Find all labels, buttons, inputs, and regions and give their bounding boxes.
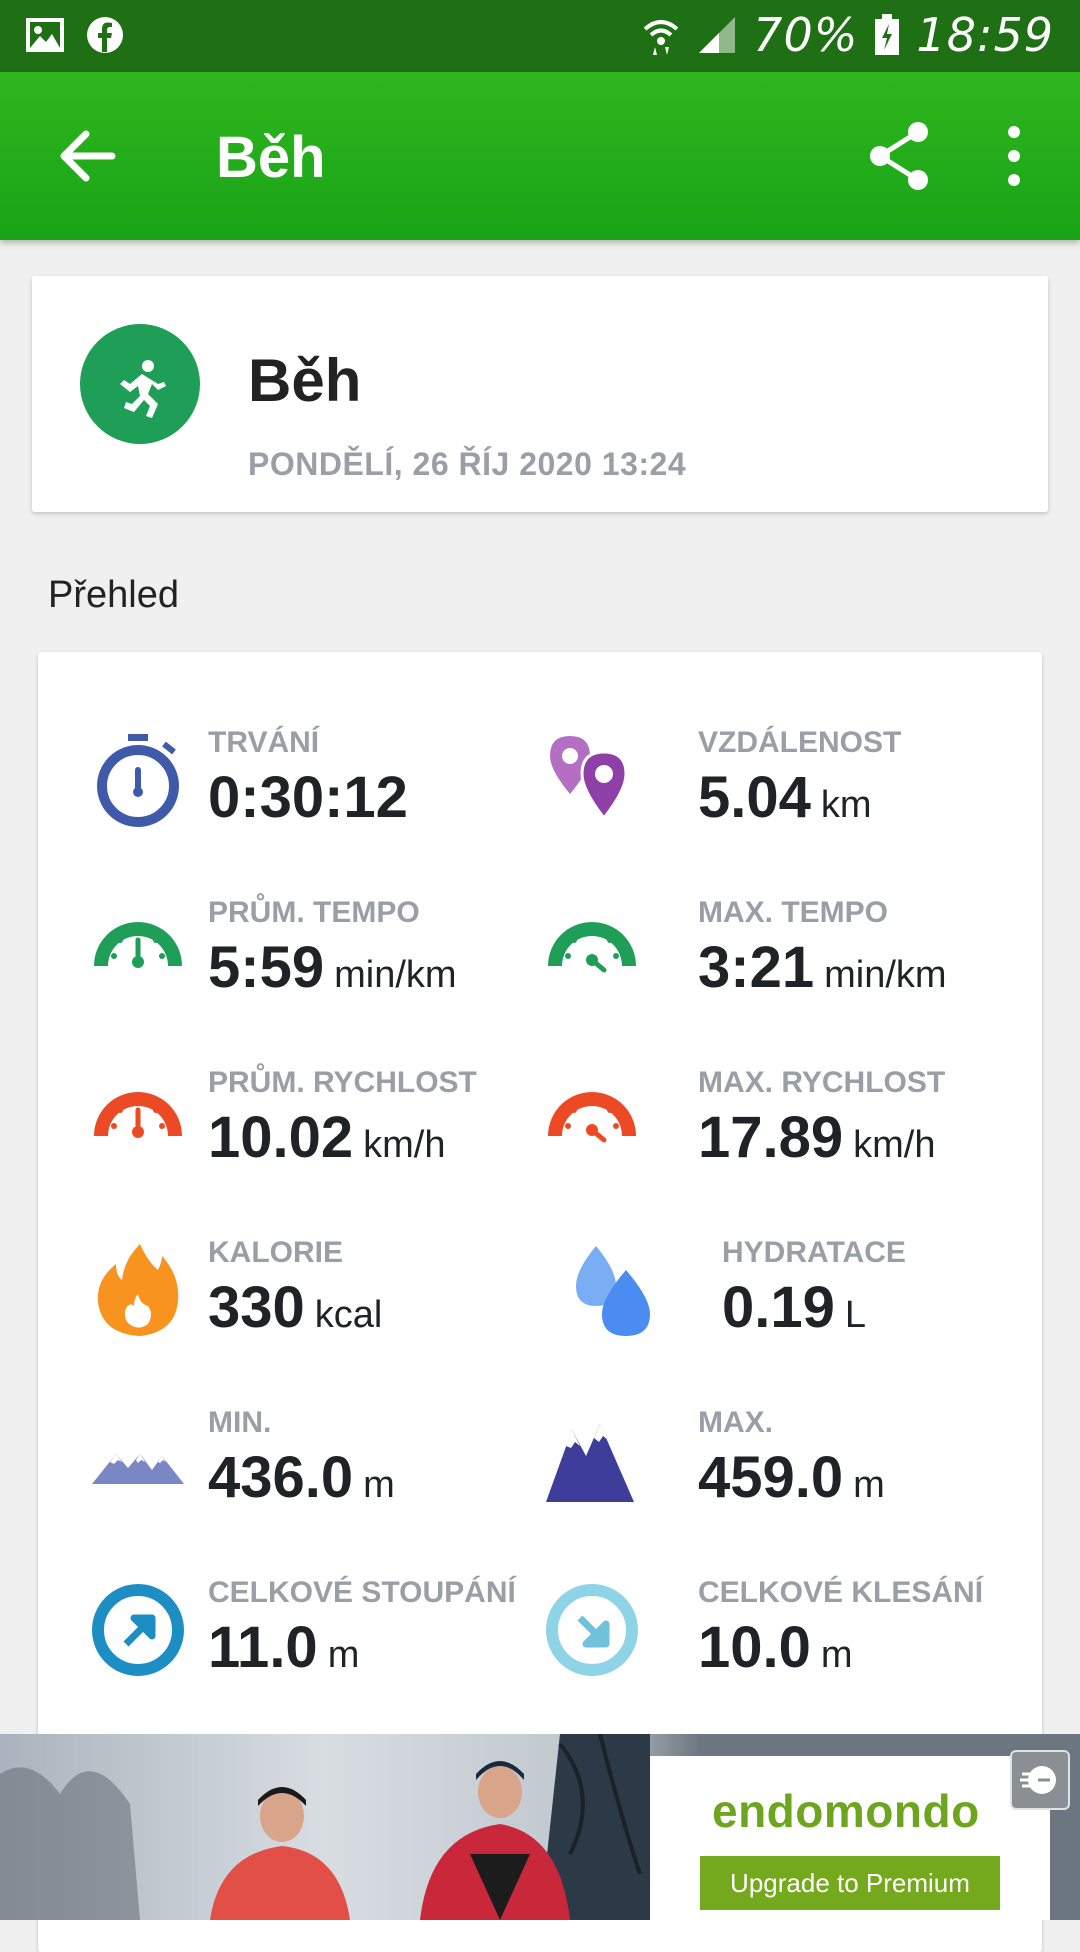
activity-date: PONDĚLÍ, 26 ŘÍJ 2020 13:24 <box>248 446 687 482</box>
speedometer-icon <box>94 1092 182 1138</box>
battery-icon <box>875 14 900 55</box>
stat-value-group: 5.04 km <box>698 764 872 831</box>
stat-value-group: 0:30:12 <box>208 764 408 831</box>
stat-label: VZDÁLENOST <box>698 726 902 759</box>
stat-label: MAX. RYCHLOST <box>698 1066 946 1099</box>
stat-max-elevation: MAX. 459.0 m <box>542 1400 982 1530</box>
stat-value: 436.0 <box>208 1445 354 1510</box>
activity-header-card: Běh PONDĚLÍ, 26 ŘÍJ 2020 13:24 <box>32 276 1048 512</box>
stat-value: 0.19 <box>722 1275 835 1340</box>
stat-value: 459.0 <box>698 1445 844 1510</box>
signal-icon <box>699 17 736 53</box>
stat-calories: KALORIE 330 kcal <box>88 1230 528 1360</box>
stat-unit: km <box>820 784 872 826</box>
stat-total-ascent: CELKOVÉ STOUPÁNÍ 11.0 m <box>88 1570 528 1700</box>
stat-distance: VZDÁLENOST 5.04 km <box>542 720 982 850</box>
stat-unit: km/h <box>853 1124 936 1166</box>
stat-label: HYDRATACE <box>722 1236 906 1269</box>
share-icon[interactable] <box>868 120 932 192</box>
stat-unit: m <box>327 1634 360 1676</box>
ad-choices-icon[interactable] <box>1010 1750 1070 1810</box>
stat-value: 3:21 <box>698 935 815 1000</box>
clock: 18:59 <box>916 8 1054 62</box>
stat-value: 330 <box>208 1275 305 1340</box>
stat-value-group: 17.89 km/h <box>698 1104 936 1171</box>
map-pins-icon <box>550 736 628 821</box>
mountains-high-icon <box>546 1424 634 1502</box>
stat-value: 0:30:12 <box>208 765 408 830</box>
ad-banner[interactable]: endomondo Upgrade to Premium <box>0 1734 1080 1920</box>
descent-icon <box>546 1584 638 1676</box>
overview-title: Přehled <box>48 574 179 616</box>
stat-min-elevation: MIN. 436.0 m <box>88 1400 528 1530</box>
stat-value-group: 10.0 m <box>698 1614 853 1681</box>
stat-total-descent: CELKOVÉ KLESÁNÍ 10.0 m <box>542 1570 984 1700</box>
stat-max-pace: MAX. TEMPO 3:21 min/km <box>542 890 982 1020</box>
speedometer-icon <box>548 1092 636 1143</box>
gallery-icon <box>26 18 64 52</box>
stat-value-group: 3:21 min/km <box>698 934 947 1001</box>
stopwatch-icon <box>97 734 179 827</box>
endomondo-badge-icon <box>1020 1766 1056 1794</box>
stat-unit: kcal <box>314 1294 383 1336</box>
battery-percent: 70% <box>753 8 859 62</box>
stat-value-group: 0.19 L <box>722 1274 866 1341</box>
app-toolbar: Běh <box>0 72 1080 240</box>
stat-unit: min/km <box>334 954 457 996</box>
water-drops-icon <box>576 1246 650 1336</box>
status-bar: 70% 18:59 <box>0 0 1080 72</box>
wifi-icon <box>643 20 679 55</box>
stat-value: 10.0 <box>698 1615 811 1680</box>
stat-unit: m <box>820 1634 853 1676</box>
gauge-icon <box>94 922 182 968</box>
stat-value: 5:59 <box>208 935 325 1000</box>
stat-value-group: 459.0 m <box>698 1444 885 1511</box>
stat-label: MAX. <box>698 1406 773 1439</box>
stat-value: 5.04 <box>698 765 811 830</box>
facebook-icon <box>87 17 123 53</box>
activity-title: Běh <box>248 347 362 414</box>
stat-unit: km/h <box>363 1124 446 1166</box>
ad-photo-runners <box>0 1734 650 1920</box>
ascent-icon <box>92 1584 184 1676</box>
stat-label: PRŮM. RYCHLOST <box>208 1066 477 1099</box>
upgrade-premium-button[interactable]: Upgrade to Premium <box>700 1856 1000 1910</box>
stat-label: CELKOVÉ STOUPÁNÍ <box>208 1576 516 1609</box>
stat-value: 10.02 <box>208 1105 354 1170</box>
stat-avg-pace: PRŮM. TEMPO 5:59 min/km <box>88 890 528 1020</box>
stat-label: TRVÁNÍ <box>208 726 320 759</box>
stat-label: MAX. TEMPO <box>698 896 889 929</box>
stat-unit: L <box>844 1294 867 1336</box>
more-vert-icon[interactable] <box>992 120 1036 192</box>
stat-duration: TRVÁNÍ 0:30:12 <box>88 720 528 850</box>
stat-value: 11.0 <box>208 1615 318 1680</box>
stat-label: KALORIE <box>208 1236 343 1269</box>
stat-value-group: 436.0 m <box>208 1444 395 1511</box>
stat-label: PRŮM. TEMPO <box>208 896 420 929</box>
stat-unit: m <box>853 1464 885 1506</box>
ad-panel: endomondo Upgrade to Premium <box>650 1756 1050 1920</box>
stat-label: CELKOVÉ KLESÁNÍ <box>698 1576 984 1609</box>
stat-value-group: 11.0 m <box>208 1614 359 1681</box>
activity-avatar <box>80 324 200 444</box>
arrow-left-icon[interactable] <box>52 120 124 192</box>
stat-unit: m <box>363 1464 395 1506</box>
stat-value-group: 330 kcal <box>208 1274 382 1341</box>
mountains-low-icon <box>92 1454 184 1484</box>
stat-label: MIN. <box>208 1406 272 1439</box>
running-icon <box>120 360 166 418</box>
stat-unit: min/km <box>824 954 947 996</box>
stat-max-speed: MAX. RYCHLOST 17.89 km/h <box>542 1060 982 1190</box>
ad-brand-logo: endomondo <box>712 1785 980 1837</box>
gauge-icon <box>548 922 636 973</box>
stat-hydration: HYDRATACE 0.19 L <box>562 1230 1002 1360</box>
stat-value-group: 5:59 min/km <box>208 934 457 1001</box>
flame-icon <box>97 1244 179 1336</box>
stat-avg-speed: PRŮM. RYCHLOST 10.02 km/h <box>88 1060 528 1190</box>
stat-value: 17.89 <box>698 1105 844 1170</box>
stat-value-group: 10.02 km/h <box>208 1104 446 1171</box>
toolbar-title: Běh <box>216 125 326 190</box>
